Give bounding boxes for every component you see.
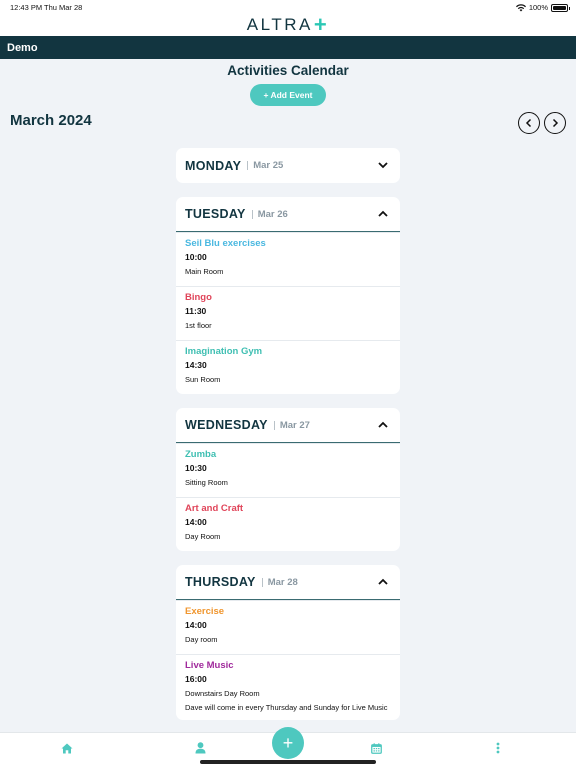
tab-home[interactable]	[59, 740, 75, 756]
event-time: 10:30	[185, 463, 207, 473]
day-divider	[251, 209, 253, 219]
event-title: Zumba	[185, 449, 217, 460]
day-date: Mar 25	[253, 160, 284, 171]
event-time: 14:00	[185, 517, 207, 527]
event-item[interactable]: Art and Craft 14:00 Day Room	[176, 497, 400, 551]
chevron-up-icon[interactable]	[377, 577, 389, 587]
day-card-thursday: THURSDAY Mar 28 Exercise 14:00 Day room …	[176, 565, 400, 720]
day-header-thursday[interactable]: THURSDAY Mar 28	[176, 565, 400, 600]
home-icon	[61, 743, 73, 753]
organization-name: Demo	[7, 42, 38, 54]
event-location: Day room	[185, 635, 218, 644]
organization-bar: Demo	[0, 36, 576, 59]
event-location: Main Room	[185, 267, 224, 276]
logo-plus-mark: +	[313, 12, 330, 37]
next-week-button[interactable]	[544, 112, 566, 134]
chevron-down-icon[interactable]	[377, 160, 389, 170]
event-location: Sun Room	[185, 375, 221, 384]
chevron-up-icon[interactable]	[377, 420, 389, 430]
event-location: Day Room	[185, 532, 221, 541]
battery-icon	[551, 3, 570, 12]
event-title: Live Music	[185, 660, 234, 671]
event-time: 11:30	[185, 306, 207, 316]
event-time: 10:00	[185, 252, 207, 262]
tab-more[interactable]	[490, 740, 506, 756]
day-header-monday[interactable]: MONDAY Mar 25	[176, 148, 400, 183]
event-location: Downstairs Day Room	[185, 689, 260, 698]
status-date: Thu Mar 28	[44, 3, 83, 12]
chevron-up-icon[interactable]	[377, 209, 389, 219]
event-note: Dave will come in every Thursday and Sun…	[185, 703, 388, 712]
page-title: Activities Calendar	[227, 63, 349, 78]
more-icon	[496, 742, 500, 754]
tab-calendar[interactable]	[368, 740, 384, 756]
chevron-left-icon	[525, 118, 532, 128]
day-header-wednesday[interactable]: WEDNESDAY Mar 27	[176, 408, 400, 443]
event-location: Sitting Room	[185, 478, 228, 487]
person-icon	[195, 742, 205, 754]
event-location: 1st floor	[185, 321, 212, 330]
day-name: TUESDAY	[185, 207, 246, 221]
home-indicator	[200, 760, 376, 764]
status-right: 100%	[515, 3, 570, 12]
add-fab-button[interactable]: +	[272, 727, 304, 759]
battery-percent: 100%	[528, 3, 548, 12]
app-logo: ALTRA+	[0, 12, 576, 37]
day-card-monday: MONDAY Mar 25	[176, 148, 400, 183]
event-item[interactable]: Imagination Gym 14:30 Sun Room	[176, 340, 400, 394]
chevron-right-icon	[552, 118, 559, 128]
day-divider	[247, 161, 249, 170]
day-divider	[261, 577, 263, 587]
event-time: 14:00	[185, 620, 207, 630]
event-time: 16:00	[185, 674, 207, 684]
day-name: MONDAY	[185, 158, 242, 173]
calendar-icon	[370, 742, 382, 754]
event-item[interactable]: Zumba 10:30 Sitting Room	[176, 443, 400, 497]
tab-profile[interactable]	[192, 740, 208, 756]
event-item[interactable]: Bingo 11:30 1st floor	[176, 286, 400, 340]
day-header-tuesday[interactable]: TUESDAY Mar 26	[176, 197, 400, 232]
status-time: 12:43 PM	[10, 3, 43, 12]
event-title: Art and Craft	[185, 503, 244, 514]
day-date: Mar 26	[257, 208, 288, 220]
plus-icon: +	[282, 732, 294, 753]
event-item[interactable]: Seil Blu exercises 10:00 Main Room	[176, 232, 400, 286]
wifi-icon	[515, 3, 526, 11]
day-name: WEDNESDAY	[185, 418, 268, 432]
logo-text: ALTRA	[246, 15, 313, 34]
event-item[interactable]: Exercise 14:00 Day room	[176, 600, 400, 654]
app-header: ALTRA+	[0, 14, 576, 36]
event-item[interactable]: Live Music 16:00 Downstairs Day Room Dav…	[176, 654, 400, 720]
event-time: 14:30	[185, 360, 207, 370]
day-divider	[273, 420, 275, 430]
day-list: MONDAY Mar 25 TUESDAY Mar 26 Seil Blu ex…	[176, 148, 400, 734]
day-card-wednesday: WEDNESDAY Mar 27 Zumba 10:30 Sitting Roo…	[176, 408, 400, 551]
month-title: March 2024	[10, 112, 92, 129]
event-title: Imagination Gym	[185, 346, 263, 357]
day-date: Mar 27	[279, 419, 310, 431]
status-bar: 12:43 PM Thu Mar 28 100%	[0, 0, 576, 14]
event-title: Seil Blu exercises	[185, 238, 266, 249]
day-card-tuesday: TUESDAY Mar 26 Seil Blu exercises 10:00 …	[176, 197, 400, 394]
day-name: THURSDAY	[185, 575, 256, 589]
event-title: Exercise	[185, 606, 225, 617]
day-date: Mar 28	[267, 576, 298, 588]
add-event-button[interactable]: + Add Event	[250, 84, 326, 106]
event-title: Bingo	[185, 292, 212, 303]
previous-week-button[interactable]	[518, 112, 540, 134]
